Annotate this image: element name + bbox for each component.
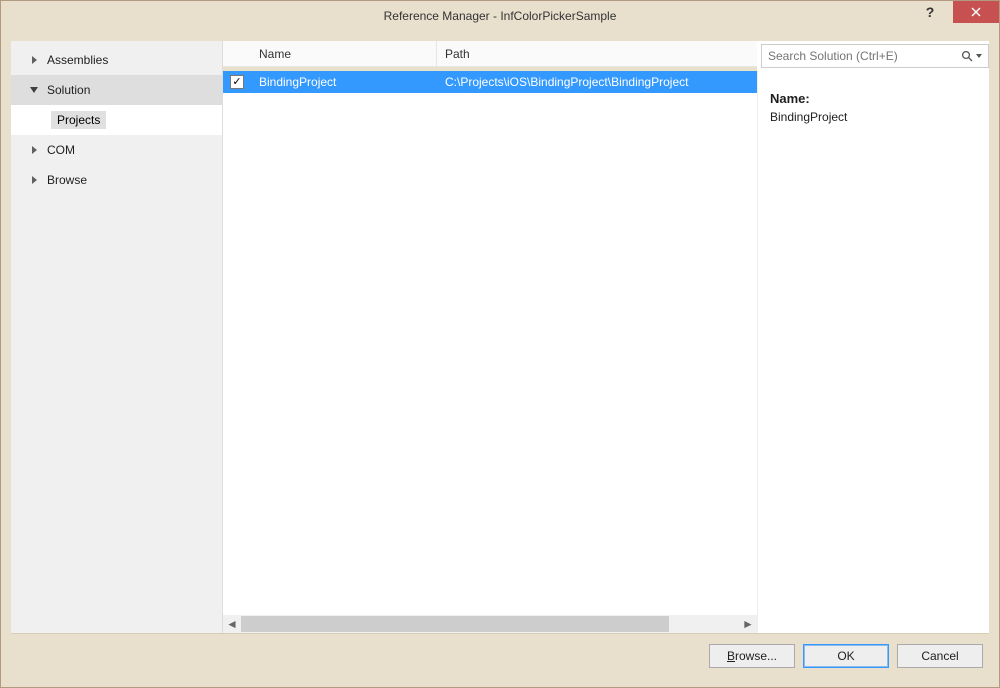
ok-button[interactable]: OK [803,644,889,668]
browse-button[interactable]: Browse... [709,644,795,668]
sidebar-item-label: COM [47,143,75,157]
sidebar-item-label: Assemblies [47,53,108,67]
chevron-down-icon [29,85,39,95]
close-button[interactable] [953,1,999,23]
project-list[interactable]: ✓ BindingProject C:\Projects\iOS\Binding… [223,71,757,615]
scroll-thumb[interactable] [241,616,669,632]
scroll-right-arrow-icon[interactable]: ► [739,615,757,633]
center-pane: Name Path [223,41,989,633]
checkbox-checked-icon[interactable]: ✓ [230,75,244,89]
sidebar-item-solution[interactable]: Solution [11,75,222,105]
chevron-right-icon [29,175,39,185]
horizontal-scrollbar[interactable]: ◄ ► [223,615,757,633]
scroll-track[interactable] [241,615,739,633]
list-row[interactable]: ✓ BindingProject C:\Projects\iOS\Binding… [223,71,757,93]
chevron-right-icon [29,145,39,155]
sidebar-item-assemblies[interactable]: Assemblies [11,45,222,75]
titlebar[interactable]: Reference Manager - InfColorPickerSample… [1,1,999,31]
reference-manager-window: Reference Manager - InfColorPickerSample… [0,0,1000,688]
row-checkbox-cell[interactable]: ✓ [223,75,251,89]
sidebar-item-label: Browse [47,173,87,187]
row-path: C:\Projects\iOS\BindingProject\BindingPr… [437,75,757,89]
category-sidebar: Assemblies Solution Projects COM Browse [11,41,223,633]
sidebar-item-label: Solution [47,83,90,97]
chevron-right-icon [29,55,39,65]
sidebar-item-com[interactable]: COM [11,135,222,165]
sidebar-subitem-projects[interactable]: Projects [51,111,106,129]
close-icon [971,7,981,17]
detail-name-value: BindingProject [770,110,977,124]
search-input[interactable] [768,49,961,63]
search-icon[interactable] [961,50,982,62]
detail-pane: Name: BindingProject [757,71,989,633]
column-header-name[interactable]: Name [251,41,437,66]
detail-name-label: Name: [770,91,977,106]
scroll-left-arrow-icon[interactable]: ◄ [223,615,241,633]
sidebar-subgroup-solution: Projects [11,105,222,135]
main-row: Assemblies Solution Projects COM Browse [11,41,989,633]
row-name: BindingProject [251,75,437,89]
sidebar-item-browse[interactable]: Browse [11,165,222,195]
list-header: Name Path [223,41,757,67]
help-button[interactable]: ? [907,1,953,23]
dialog-body: Assemblies Solution Projects COM Browse [1,31,999,687]
column-header-path[interactable]: Path [437,41,757,66]
cancel-button[interactable]: Cancel [897,644,983,668]
column-header-check[interactable] [223,41,251,66]
titlebar-controls: ? [907,1,999,31]
dialog-footer: Browse... OK Cancel [11,633,989,677]
window-title: Reference Manager - InfColorPickerSample [1,9,999,23]
search-box[interactable] [761,44,989,68]
dropdown-caret-icon [976,54,982,58]
